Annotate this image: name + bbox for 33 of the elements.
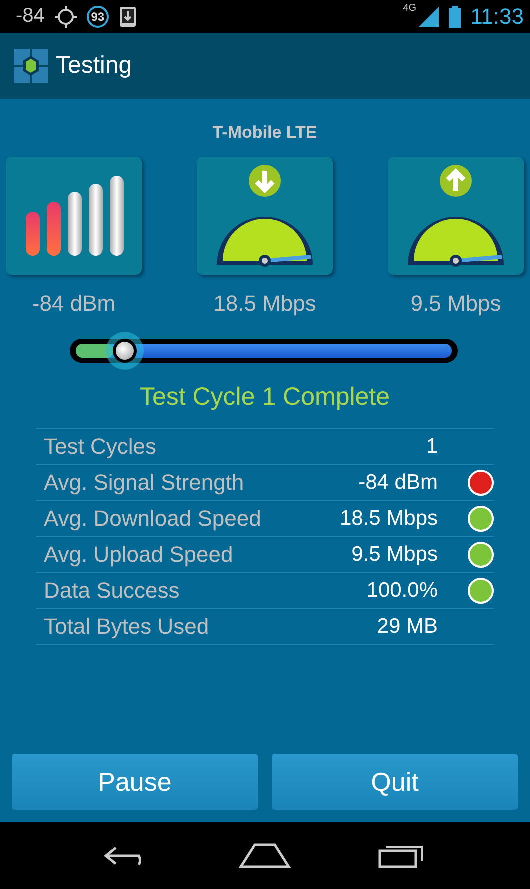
metric-reading: -84 dBm	[32, 291, 116, 317]
status-message: Test Cycle 1 Complete	[140, 383, 390, 412]
action-button[interactable]: Quit	[272, 754, 518, 810]
signal-bars-icon	[24, 176, 124, 256]
result-label: Total Bytes Used	[43, 614, 210, 640]
crosshair-icon	[54, 6, 77, 28]
download-notification-icon	[118, 6, 137, 28]
signal-reading: -84	[16, 5, 45, 28]
result-label: Avg. Upload Speed	[43, 542, 234, 568]
signal-icon	[418, 6, 439, 26]
result-label: Test Cycles	[43, 434, 158, 460]
screen-title: Testing	[56, 52, 132, 80]
result-label: Avg. Signal Strength	[43, 470, 246, 496]
result-label: Avg. Download Speed	[43, 506, 262, 532]
result-value: 1	[426, 434, 438, 458]
clock: 11:33	[470, 4, 524, 30]
result-value: -84 dBm	[358, 470, 438, 494]
result-value: 9.5 Mbps	[352, 542, 438, 566]
battery-icon	[448, 6, 461, 28]
network-name: T-Mobile LTE	[212, 123, 318, 143]
result-label: Data Success	[43, 578, 181, 604]
metric-reading: 9.5 Mbps	[410, 291, 502, 317]
network-type: 4G	[403, 3, 417, 14]
action-button[interactable]: Pause	[12, 754, 258, 810]
result-value: 29 MB	[377, 614, 438, 638]
result-value: 18.5 Mbps	[340, 506, 438, 530]
metric-reading: 18.5 Mbps	[214, 291, 316, 317]
speed-gauge-icon	[215, 165, 315, 267]
notification-badge: 93	[86, 6, 109, 28]
speed-gauge-icon	[406, 165, 506, 267]
result-value: 100.0%	[366, 578, 438, 602]
app-logo-icon	[14, 49, 48, 83]
home-icon[interactable]	[238, 842, 291, 868]
